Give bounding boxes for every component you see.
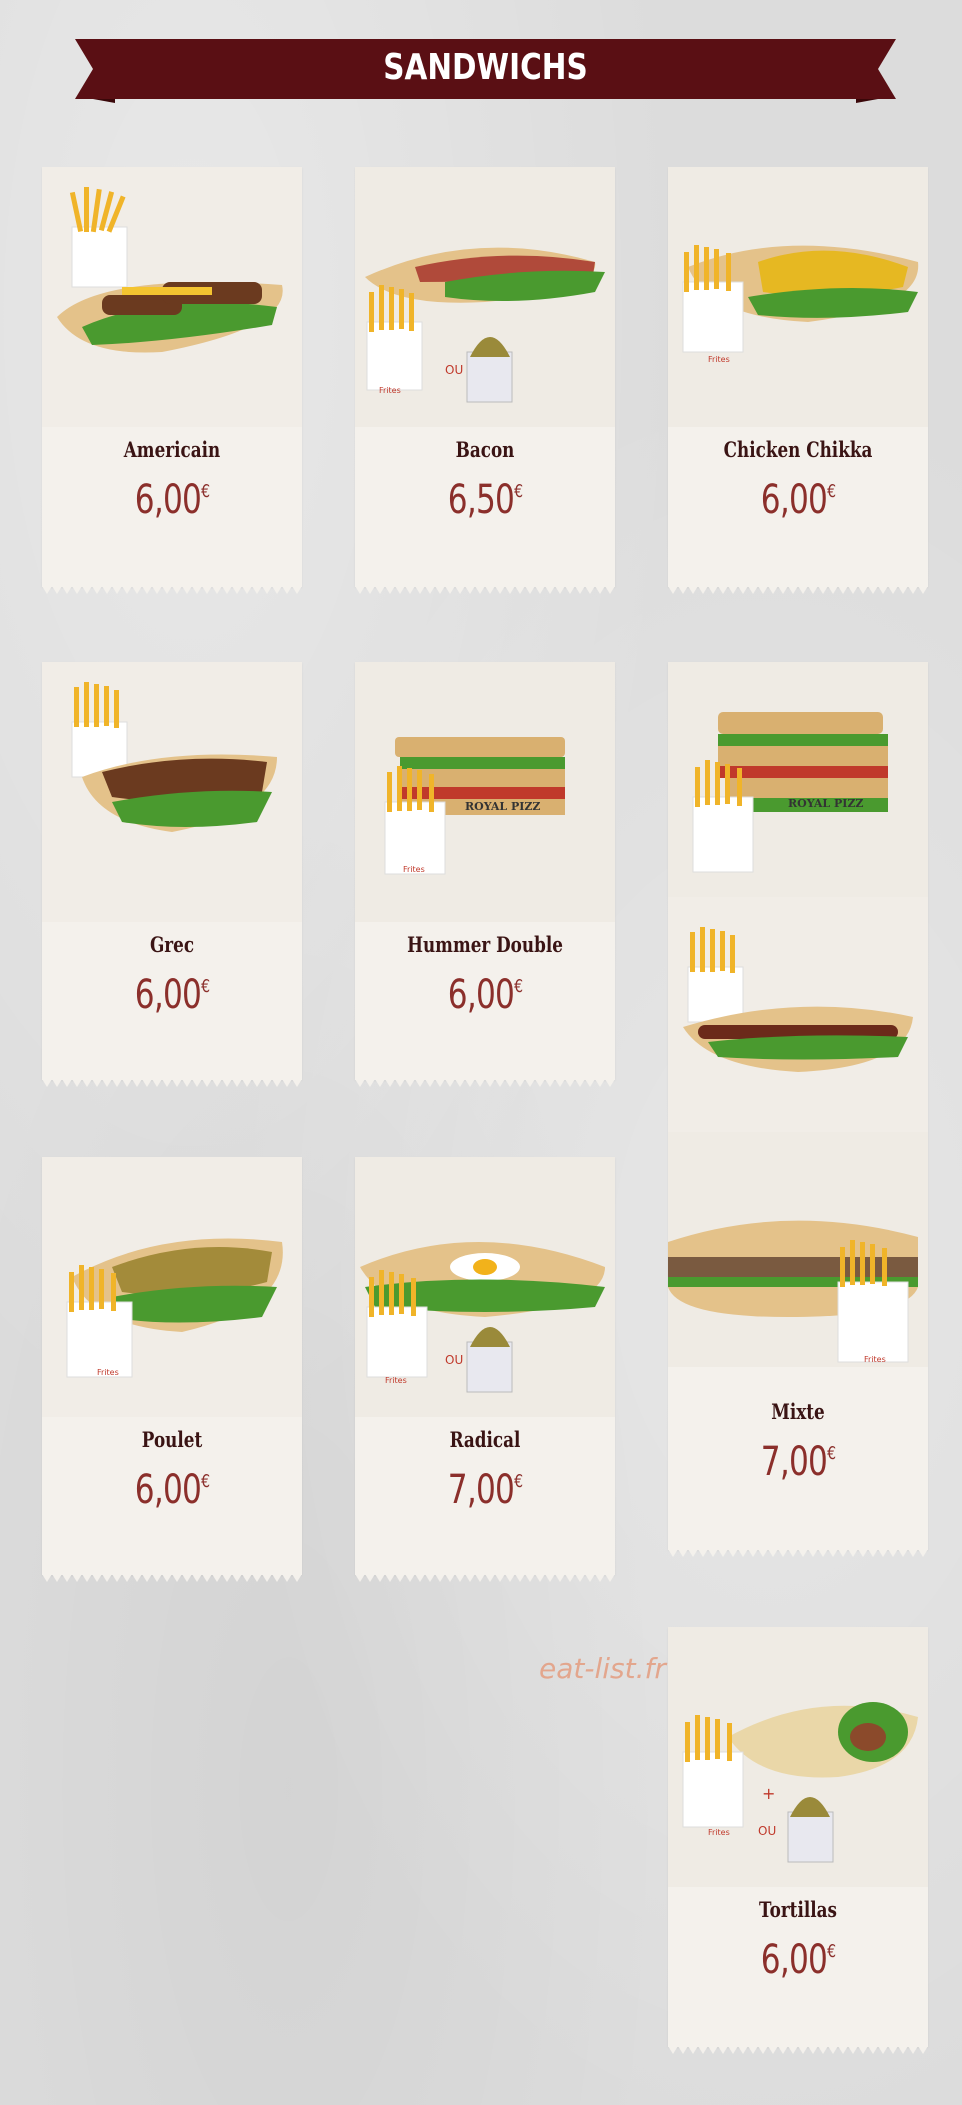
section-title: SANDWICHS (383, 47, 588, 88)
product-photo: Frites (668, 167, 928, 427)
product-photo (42, 167, 302, 427)
product-photo: Frites ROYAL PIZZ (355, 662, 615, 922)
svg-text:Frites: Frites (708, 1828, 730, 1837)
svg-text:ROYAL PIZZ: ROYAL PIZZ (788, 797, 863, 810)
item-name: Chicken Chikka (723, 437, 873, 462)
menu-card-grec[interactable]: Grec 6,00€ (42, 662, 302, 1088)
item-name: Radical (449, 1427, 521, 1452)
item-name: Mixte (771, 1399, 825, 1424)
menu-card-poulet[interactable]: Frites Poulet 6,00€ (42, 1157, 302, 1583)
item-name: Bacon (455, 437, 515, 462)
svg-text:Frites: Frites (97, 1368, 119, 1377)
item-price: 6,00€ (760, 477, 836, 523)
item-name: Hummer Double (407, 932, 563, 957)
item-price: 6,00€ (134, 972, 210, 1018)
item-price: 6,00€ (134, 477, 210, 523)
svg-text:Frites: Frites (403, 865, 425, 874)
watermark-text: eat-list.fr (539, 1652, 666, 1685)
item-name: Tortillas (759, 1897, 837, 1922)
product-photo: Frites OU (355, 167, 615, 427)
section-banner: SANDWICHS (75, 37, 896, 103)
svg-text:Frites: Frites (864, 1355, 886, 1364)
svg-text:OU: OU (758, 1824, 776, 1838)
item-price: 7,00€ (760, 1439, 836, 1485)
svg-text:Frites: Frites (385, 1376, 407, 1385)
item-price: 6,00€ (447, 972, 523, 1018)
svg-text:OU: OU (445, 1353, 463, 1367)
menu-card-tortillas[interactable]: Frites + OU Tortillas 6,00€ (668, 1627, 928, 2055)
svg-text:ROYAL PIZZ: ROYAL PIZZ (465, 800, 540, 813)
item-price: 6,00€ (760, 1937, 836, 1983)
menu-card-hummer-double[interactable]: Frites ROYAL PIZZ Hummer Double 6,00€ (355, 662, 615, 1088)
menu-card-americain[interactable]: Americain 6,00€ (42, 167, 302, 595)
item-name: Poulet (141, 1427, 203, 1452)
product-photo: Frites (42, 1157, 302, 1417)
product-photo (42, 662, 302, 922)
svg-text:OU: OU (445, 363, 463, 377)
item-price: 6,00€ (134, 1467, 210, 1513)
item-name: Americain (123, 437, 221, 462)
menu-card-bacon[interactable]: Frites OU Bacon 6,50€ (355, 167, 615, 595)
product-photo-sandwich-stack: ROYAL PIZZ (668, 662, 928, 897)
svg-text:+: + (762, 1784, 775, 1803)
menu-card-chicken-chikka[interactable]: Frites Chicken Chikka 6,00€ (668, 167, 928, 595)
product-photo: Frites OU (355, 1157, 615, 1417)
menu-card-mixte[interactable]: ROYAL PIZZ Frites Mixte 7,00€ (668, 662, 928, 1558)
svg-text:Frites: Frites (379, 386, 401, 395)
product-photo-burger: Frites (668, 1132, 928, 1367)
item-price: 7,00€ (447, 1467, 523, 1513)
item-name: Grec (149, 932, 195, 957)
menu-card-radical[interactable]: Frites OU Radical 7,00€ (355, 1157, 615, 1583)
item-price: 6,50€ (447, 477, 523, 523)
svg-text:Frites: Frites (708, 355, 730, 364)
product-photo-sausage (668, 897, 928, 1132)
product-photo: Frites + OU (668, 1627, 928, 1887)
